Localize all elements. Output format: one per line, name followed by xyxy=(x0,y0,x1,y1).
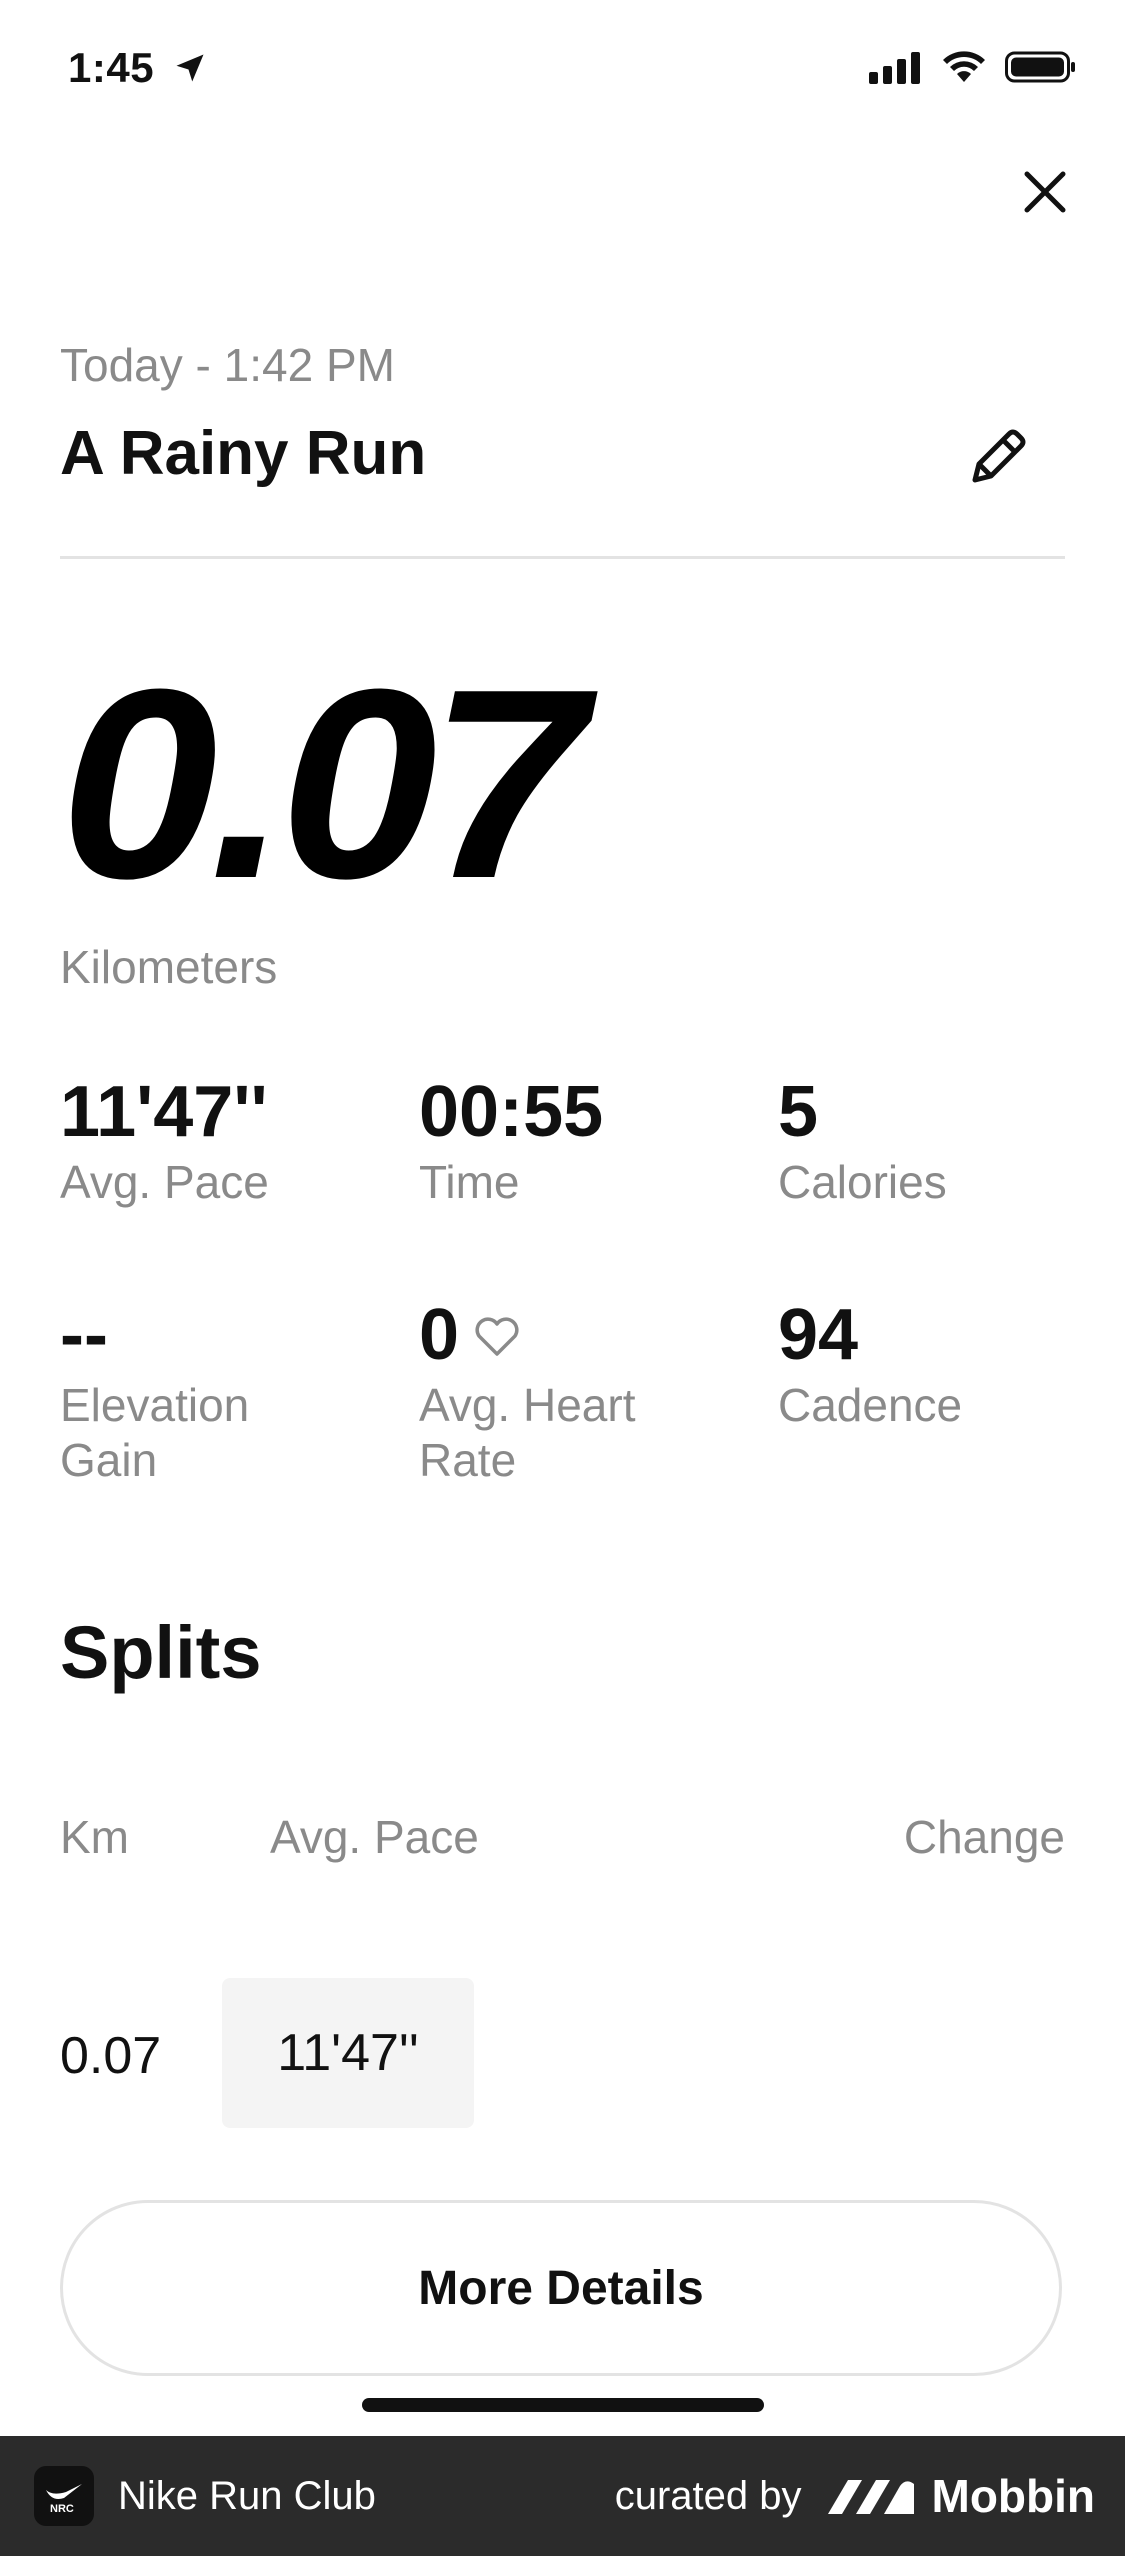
stat-calories: 5 Calories xyxy=(778,1072,1118,1210)
mobbin-logo-icon xyxy=(827,2480,914,2514)
footer-credit: curated by Mobbin xyxy=(615,2469,1095,2523)
split-row-km: 0.07 xyxy=(60,2027,162,2085)
header-divider xyxy=(60,556,1065,559)
stat-value: -- xyxy=(60,1295,108,1375)
stat-label: Cadence xyxy=(778,1378,963,1431)
status-time: 1:45 xyxy=(68,44,208,92)
nrc-logo-icon: NRC xyxy=(46,2484,82,2515)
stat-value-row: 0 xyxy=(419,1295,759,1375)
stat-label: Time xyxy=(419,1155,520,1208)
close-button[interactable] xyxy=(1013,160,1077,224)
stat-cadence: 94 Cadence xyxy=(778,1295,1118,1433)
stat-avg-heart-rate: 0 Avg. Heart Rate xyxy=(419,1295,759,1488)
wifi-icon xyxy=(943,51,985,82)
stat-time: 00:55 Time xyxy=(419,1072,759,1210)
splits-col-km: Km xyxy=(60,1811,129,1863)
stat-label: Elevation Gain xyxy=(60,1378,250,1486)
cellular-signal-icon xyxy=(869,52,920,84)
app-icon-text: NRC xyxy=(50,2503,74,2515)
pencil-icon xyxy=(972,429,1026,483)
footer-curated-by: curated by xyxy=(614,2473,802,2518)
distance-value: 0.07 xyxy=(60,634,587,935)
home-indicator[interactable] xyxy=(362,2398,764,2412)
split-pace-value: 11'47'' xyxy=(277,2024,419,2082)
stat-value: 5 xyxy=(778,1072,819,1152)
location-arrow-icon xyxy=(176,54,204,82)
splits-heading: Splits xyxy=(60,1611,262,1694)
distance-unit: Kilometers xyxy=(60,941,278,993)
status-indicators xyxy=(869,50,1077,84)
stat-elevation-gain: -- Elevation Gain xyxy=(60,1295,400,1488)
close-icon xyxy=(1024,171,1066,213)
stat-value: 0 xyxy=(419,1295,460,1375)
mobbin-footer: NRC Nike Run Club curated by Mobbin xyxy=(0,2436,1125,2556)
more-details-label: More Details xyxy=(418,2261,704,2315)
splits-col-change: Change xyxy=(903,1811,1065,1863)
stat-value: 00:55 xyxy=(419,1072,604,1152)
stat-label: Avg. Pace xyxy=(60,1155,269,1208)
activity-date: Today - 1:42 PM xyxy=(60,339,395,391)
stat-label: Avg. Heart Rate xyxy=(419,1378,636,1486)
split-row-pace: 11'47'' xyxy=(222,1978,474,2128)
status-time-text: 1:45 xyxy=(68,44,155,91)
footer-app-name: Nike Run Club xyxy=(118,2473,376,2518)
heart-icon xyxy=(475,1317,519,1356)
stat-avg-pace: 11'47'' Avg. Pace xyxy=(60,1072,400,1210)
mobbin-brand[interactable]: Mobbin xyxy=(826,2469,1096,2523)
stat-label: Calories xyxy=(778,1155,947,1208)
edit-title-button[interactable] xyxy=(961,420,1035,494)
footer-app: NRC Nike Run Club xyxy=(34,2466,376,2526)
stat-value: 11'47'' xyxy=(60,1072,268,1152)
battery-icon xyxy=(1005,51,1075,83)
app-icon: NRC xyxy=(34,2466,94,2526)
mobbin-brand-name: Mobbin xyxy=(931,2470,1096,2522)
splits-col-avg-pace: Avg. Pace xyxy=(270,1811,479,1863)
stat-value: 94 xyxy=(778,1295,859,1375)
activity-title: A Rainy Run xyxy=(60,419,427,488)
more-details-button[interactable]: More Details xyxy=(60,2200,1062,2376)
